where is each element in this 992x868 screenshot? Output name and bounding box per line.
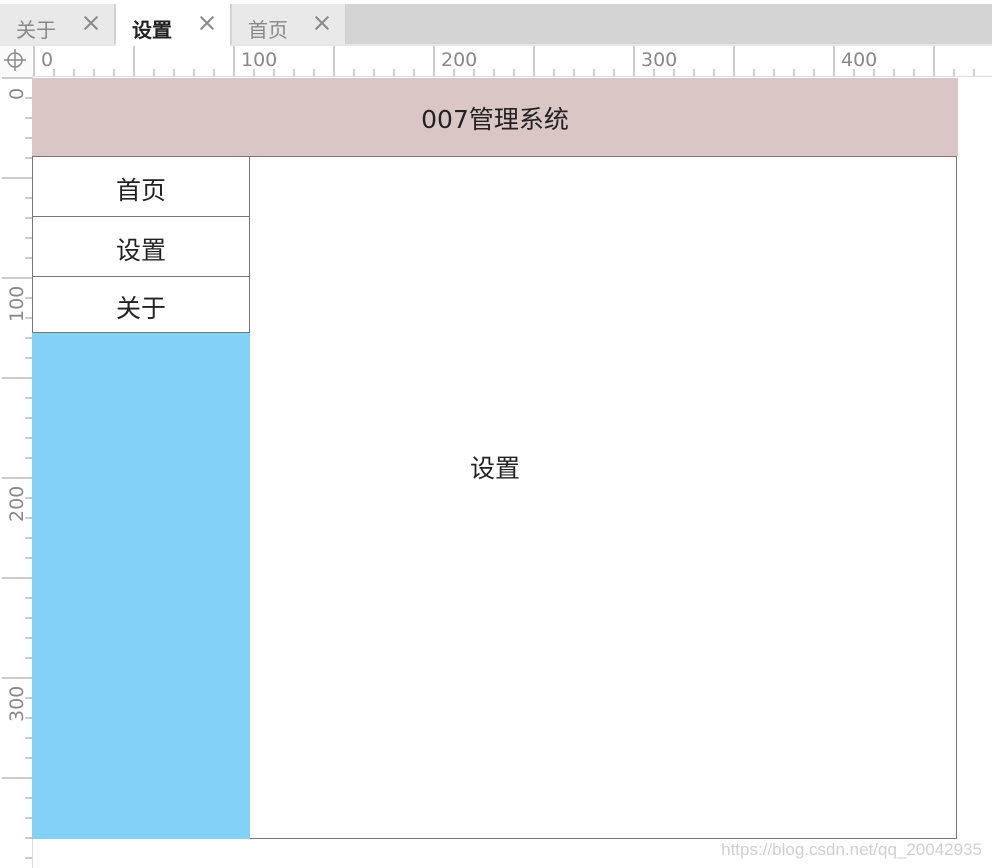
- main-content-text: 设置: [470, 454, 521, 483]
- sidebar-item-home[interactable]: 首页: [32, 156, 250, 217]
- close-icon[interactable]: [313, 14, 331, 32]
- ruler-label-300: 300: [641, 49, 678, 71]
- ruler-label-v200: 200: [6, 485, 28, 522]
- tab-label: 首页: [248, 18, 288, 42]
- main-content: 设置: [250, 156, 957, 839]
- horizontal-ruler: 0 100 200 300 400: [32, 46, 992, 77]
- tab-bar: 关于 设置 首页: [0, 0, 992, 46]
- tab-label: 关于: [16, 18, 56, 42]
- tab-about[interactable]: 关于: [0, 4, 115, 44]
- close-icon[interactable]: [82, 14, 100, 32]
- sidebar: 首页 设置 关于: [32, 156, 250, 839]
- ruler-label-400: 400: [841, 49, 878, 71]
- app-header: 007管理系统: [32, 78, 958, 156]
- vertical-ruler: 0 100 200 300: [0, 76, 33, 868]
- tab-settings[interactable]: 设置: [116, 4, 231, 46]
- sidebar-item-label: 设置: [115, 236, 166, 265]
- sidebar-item-label: 关于: [115, 294, 166, 323]
- ruler-label-v0: 0: [6, 87, 28, 100]
- ruler-label-v100: 100: [6, 285, 28, 322]
- vertical-ruler-ticks: [2, 77, 32, 859]
- app-title: 007管理系统: [421, 105, 569, 134]
- ruler-label-0: 0: [41, 49, 54, 71]
- ruler-label-200: 200: [441, 49, 478, 71]
- sidebar-item-label: 首页: [115, 176, 166, 205]
- watermark: https://blog.csdn.net/qq_20042935: [721, 840, 982, 859]
- tab-strip: 关于 设置 首页: [0, 4, 992, 46]
- sidebar-item-about[interactable]: 关于: [32, 276, 250, 333]
- ruler-label-100: 100: [241, 49, 278, 71]
- tab-home[interactable]: 首页: [232, 4, 346, 44]
- sidebar-item-settings[interactable]: 设置: [32, 216, 250, 277]
- crosshair-icon: [4, 49, 26, 71]
- ruler-corner: [0, 46, 33, 77]
- close-icon[interactable]: [198, 14, 216, 32]
- tab-label: 设置: [132, 18, 172, 42]
- ruler-label-v300: 300: [6, 685, 28, 722]
